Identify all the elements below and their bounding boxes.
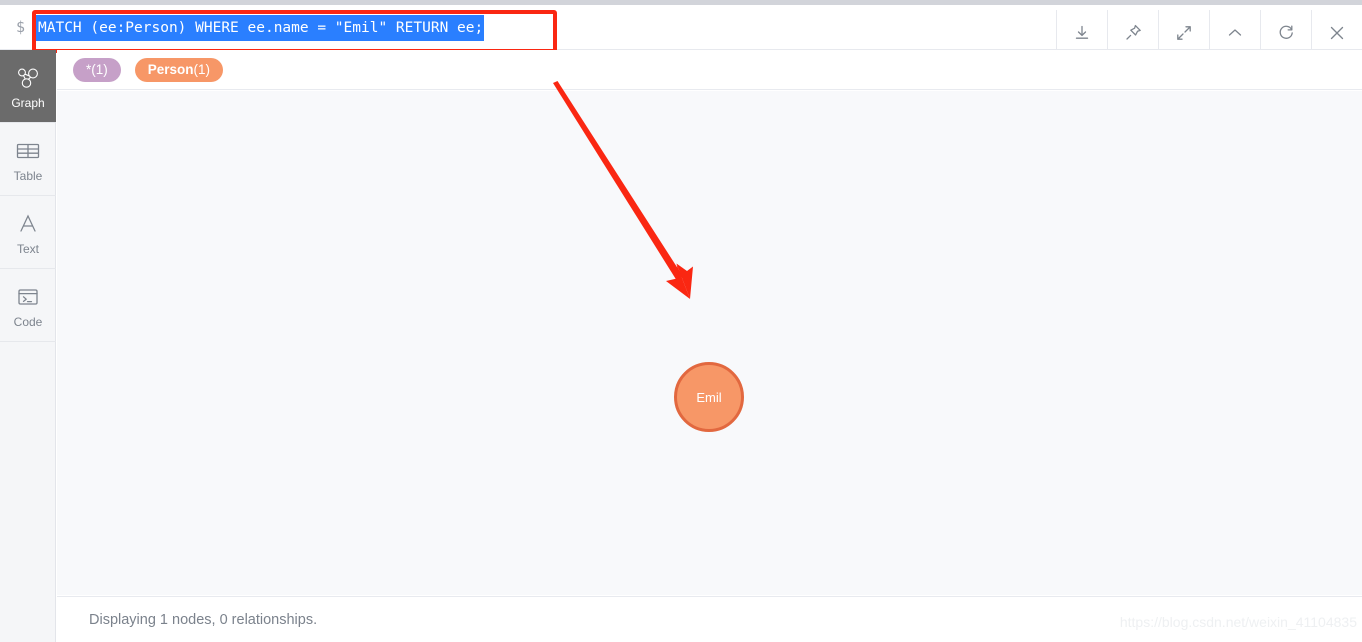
sidebar-item-graph[interactable]: Graph — [0, 50, 56, 123]
pin-icon — [1124, 23, 1143, 42]
query-editor-bar: $ MATCH (ee:Person) WHERE ee.name = "Emi… — [0, 5, 1362, 55]
close-icon — [1327, 23, 1347, 43]
query-input[interactable]: MATCH (ee:Person) WHERE ee.name = "Emil"… — [36, 14, 485, 42]
legend-bar: *(1) Person (1) — [57, 50, 1362, 90]
table-icon — [15, 136, 41, 166]
graph-node-label: Emil — [696, 389, 722, 405]
legend-chip-person-label: Person — [147, 62, 194, 77]
sidebar-item-label: Code — [13, 314, 43, 329]
sidebar-item-label: Graph — [11, 95, 45, 110]
download-icon — [1073, 24, 1091, 42]
result-toolbar — [1056, 10, 1362, 55]
sidebar-item-label: Table — [13, 168, 43, 183]
prompt-sign: $ — [16, 18, 26, 36]
graph-canvas[interactable]: Emil — [57, 91, 1362, 595]
sidebar-item-code[interactable]: Code — [0, 269, 56, 342]
legend-chip-all[interactable]: *(1) — [73, 57, 121, 82]
collapse-button[interactable] — [1209, 10, 1260, 55]
result-main-panel: *(1) Person (1) Emil — [57, 50, 1362, 595]
expand-icon — [1175, 24, 1193, 42]
expand-button[interactable] — [1158, 10, 1209, 55]
status-bar: Displaying 1 nodes, 0 relationships. htt… — [57, 596, 1362, 642]
sidebar-item-table[interactable]: Table — [0, 123, 56, 196]
refresh-icon — [1277, 23, 1296, 42]
close-button[interactable] — [1311, 10, 1362, 55]
sidebar-item-text[interactable]: Text — [0, 196, 56, 269]
legend-chip-person[interactable]: Person (1) — [134, 57, 224, 82]
pin-button[interactable] — [1107, 10, 1158, 55]
download-button[interactable] — [1056, 10, 1107, 55]
graph-node-emil[interactable]: Emil — [674, 362, 744, 432]
view-sidebar: Graph Table Text Code — [0, 50, 56, 642]
refresh-button[interactable] — [1260, 10, 1311, 55]
sidebar-item-label: Text — [16, 241, 39, 256]
graph-icon — [15, 63, 41, 93]
status-text: Displaying 1 nodes, 0 relationships. — [89, 612, 318, 628]
query-text[interactable]: MATCH (ee:Person) WHERE ee.name = "Emil"… — [36, 15, 485, 41]
code-icon — [15, 282, 41, 312]
chevron-up-icon — [1225, 23, 1245, 43]
neo4j-browser-result-frame: $ MATCH (ee:Person) WHERE ee.name = "Emi… — [0, 0, 1362, 642]
text-icon — [16, 209, 40, 239]
watermark-text: https://blog.csdn.net/weixin_41104835 — [1119, 614, 1357, 630]
legend-chip-person-count: (1) — [193, 62, 211, 77]
